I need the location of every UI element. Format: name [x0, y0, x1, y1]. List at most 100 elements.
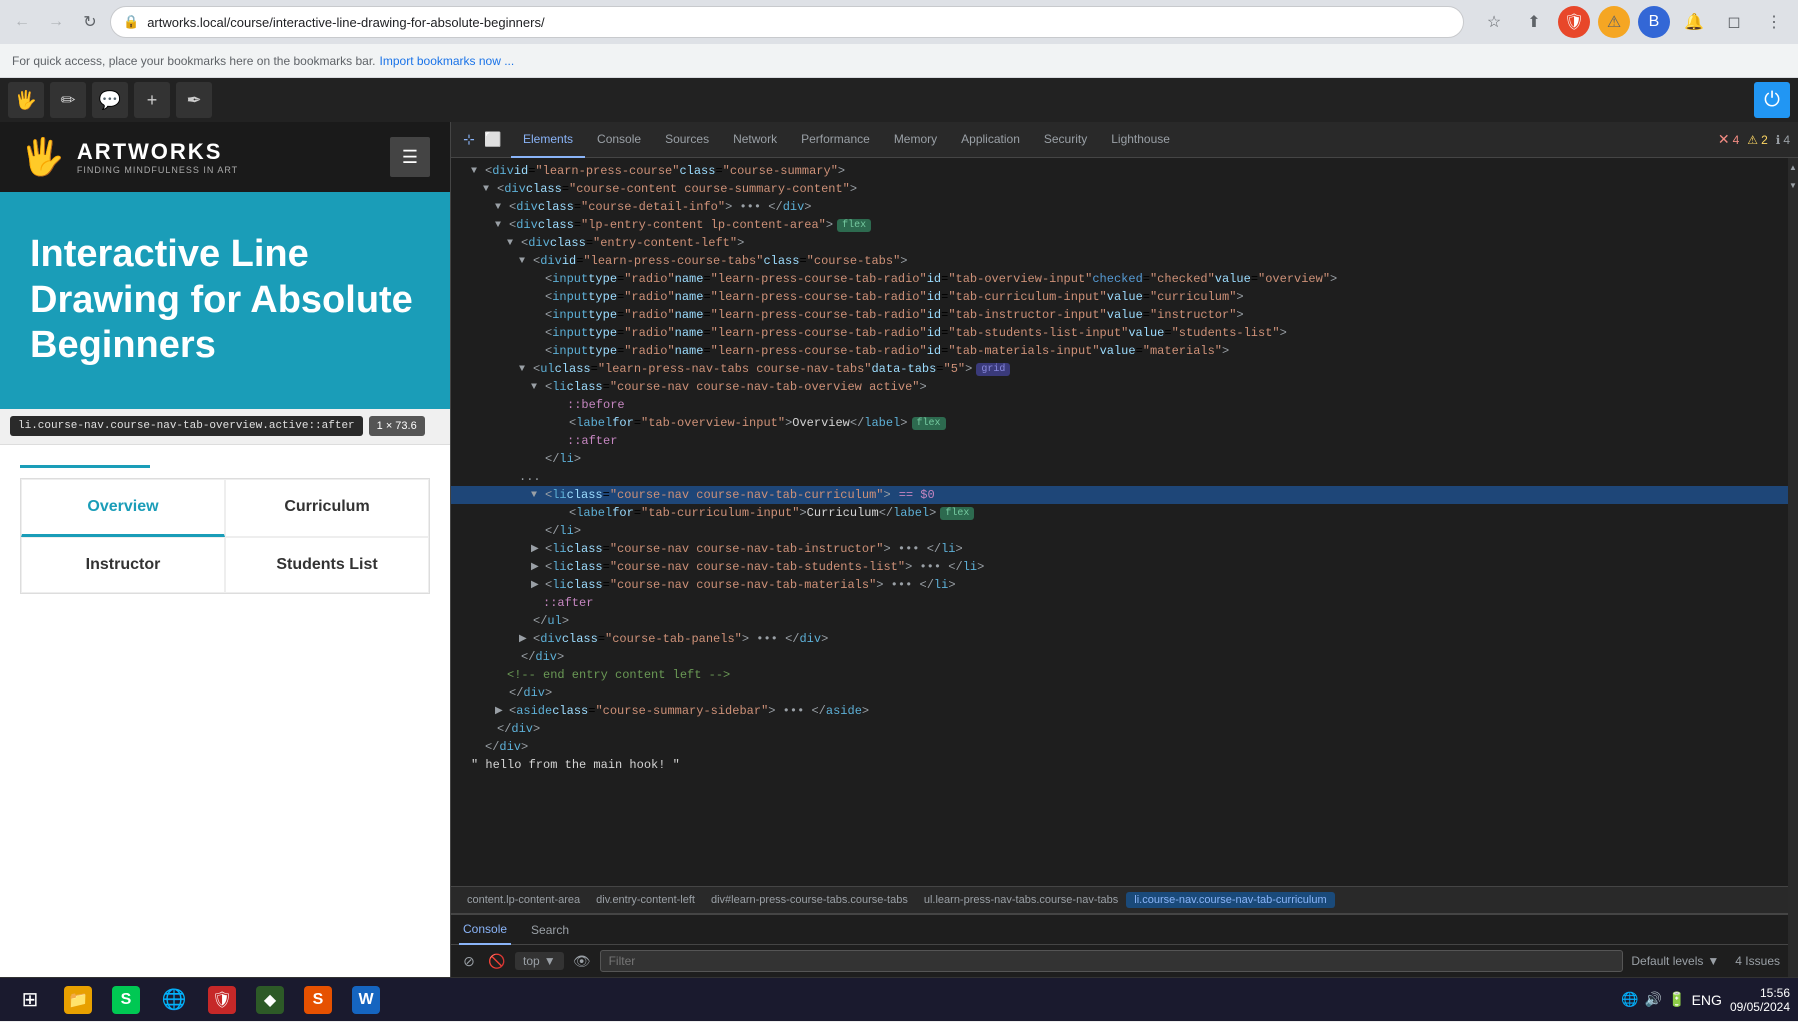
dom-line[interactable]: <aside class="course-summary-sidebar"> •…	[451, 702, 1788, 720]
triangle[interactable]	[531, 382, 541, 393]
triangle[interactable]	[531, 543, 541, 555]
triangle[interactable]	[483, 184, 493, 195]
plugin-btn-5[interactable]: ✒	[176, 82, 212, 118]
share-button[interactable]: ⬆	[1518, 6, 1550, 38]
plugin-btn-4[interactable]: +	[134, 82, 170, 118]
console-tab-console[interactable]: Console	[459, 915, 511, 945]
info-count[interactable]: ℹ 4	[1776, 133, 1790, 147]
taskbar-clock[interactable]: 15:56 09/05/2024	[1730, 986, 1790, 1014]
breadcrumb-content[interactable]: content.lp-content-area	[459, 892, 588, 908]
triangle[interactable]	[495, 220, 505, 231]
dom-line[interactable]: <li class="course-nav course-nav-tab-mat…	[451, 576, 1788, 594]
scroll-down-btn[interactable]: ▼	[1788, 178, 1798, 192]
extension-icon-2[interactable]: ⚠	[1598, 6, 1630, 38]
start-button[interactable]: ⊞	[8, 978, 52, 1022]
plugin-btn-3[interactable]: 💬	[92, 82, 128, 118]
triangle[interactable]	[471, 166, 481, 177]
dom-line[interactable]: </li>	[451, 522, 1788, 540]
taskbar-app-explorer[interactable]: 📁	[56, 980, 100, 1020]
eye-icon[interactable]: 👁	[572, 951, 592, 971]
dom-line[interactable]: ::before	[451, 396, 1788, 414]
dom-line[interactable]: <div class="lp-entry-content lp-content-…	[451, 216, 1788, 234]
bookmark-button[interactable]: ☆	[1478, 6, 1510, 38]
tab-performance[interactable]: Performance	[789, 122, 882, 158]
triangle[interactable]	[531, 561, 541, 573]
dom-line[interactable]: <label for="tab-curriculum-input">Curric…	[451, 504, 1788, 522]
dom-line[interactable]: <input type="radio" name="learn-press-co…	[451, 306, 1788, 324]
dom-line-selected[interactable]: <li class="course-nav course-nav-tab-cur…	[451, 486, 1788, 504]
tab-console[interactable]: Console	[585, 122, 653, 158]
dom-line[interactable]: <div class="course-content course-summar…	[451, 180, 1788, 198]
device-icon[interactable]: ⬜	[483, 130, 503, 150]
dom-line[interactable]: <div id="learn-press-course" class="cour…	[451, 162, 1788, 180]
filter-icon[interactable]: 🚫	[487, 951, 507, 971]
dom-line[interactable]: <input type="radio" name="learn-press-co…	[451, 324, 1788, 342]
extension-icon-4[interactable]: 🔔	[1678, 6, 1710, 38]
tab-students-list[interactable]: Students List	[225, 537, 429, 593]
dom-line[interactable]: </div>	[451, 648, 1788, 666]
triangle[interactable]	[531, 579, 541, 591]
tab-lighthouse[interactable]: Lighthouse	[1099, 122, 1182, 158]
default-levels-dropdown[interactable]: Default levels ▼	[1631, 954, 1719, 968]
extension-icon-5[interactable]: ◻	[1718, 6, 1750, 38]
taskbar-app-chrome[interactable]: 🌐	[152, 980, 196, 1020]
taskbar-app-antivirus[interactable]: 🛡	[200, 980, 244, 1020]
dom-line[interactable]: <input type="radio" name="learn-press-co…	[451, 342, 1788, 360]
tab-security[interactable]: Security	[1032, 122, 1099, 158]
console-tab-search[interactable]: Search	[527, 915, 573, 945]
dom-line[interactable]: <div class="course-detail-info"> ••• </d…	[451, 198, 1788, 216]
reload-button[interactable]: ↻	[76, 8, 104, 36]
dom-line[interactable]: <div id="learn-press-course-tabs" class=…	[451, 252, 1788, 270]
taskbar-app-snagit[interactable]: S	[104, 980, 148, 1020]
import-bookmarks-link[interactable]: Import bookmarks now ...	[380, 54, 515, 68]
dom-tree[interactable]: <div id="learn-press-course" class="cour…	[451, 158, 1788, 886]
dom-line[interactable]: ::after	[451, 432, 1788, 450]
inspect-icon[interactable]: ⊹	[459, 130, 479, 150]
dom-line[interactable]: <div class="course-tab-panels"> ••• </di…	[451, 630, 1788, 648]
menu-button[interactable]: ⋮	[1758, 6, 1790, 38]
hamburger-menu[interactable]: ☰	[390, 137, 430, 177]
dom-line[interactable]: <label for="tab-overview-input">Overview…	[451, 414, 1788, 432]
dom-line[interactable]: </li>	[451, 450, 1788, 468]
issues-count[interactable]: 4 Issues	[1735, 954, 1780, 968]
dom-line[interactable]: <li class="course-nav course-nav-tab-ove…	[451, 378, 1788, 396]
breadcrumb-active[interactable]: li.course-nav.course-nav-tab-curriculum	[1126, 892, 1334, 908]
taskbar-app-word[interactable]: W	[344, 980, 388, 1020]
dom-line[interactable]: </div>	[451, 720, 1788, 738]
devtools-scrollbar[interactable]: ▲ ▼	[1788, 158, 1798, 977]
error-count[interactable]: ✕ 4	[1718, 131, 1739, 148]
tab-application[interactable]: Application	[949, 122, 1032, 158]
plugin-btn-2[interactable]: ✏	[50, 82, 86, 118]
dom-line-dots[interactable]: ...	[451, 468, 1788, 486]
dom-line[interactable]: </div>	[451, 738, 1788, 756]
triangle[interactable]	[495, 202, 505, 213]
dom-line[interactable]: </div>	[451, 684, 1788, 702]
taskbar-app-git[interactable]: ◆	[248, 980, 292, 1020]
dom-line[interactable]: <input type="radio" name="learn-press-co…	[451, 288, 1788, 306]
tab-memory[interactable]: Memory	[882, 122, 949, 158]
scroll-up-btn[interactable]: ▲	[1788, 160, 1798, 174]
dom-line[interactable]: <li class="course-nav course-nav-tab-ins…	[451, 540, 1788, 558]
triangle[interactable]	[519, 364, 529, 375]
forward-button[interactable]: →	[42, 8, 70, 36]
filter-input[interactable]	[600, 950, 1624, 972]
tab-curriculum[interactable]: Curriculum	[225, 479, 429, 537]
breadcrumb-ul[interactable]: ul.learn-press-nav-tabs.course-nav-tabs	[916, 892, 1126, 908]
extension-icon-1[interactable]: 🛡	[1558, 6, 1590, 38]
breadcrumb-entry[interactable]: div.entry-content-left	[588, 892, 703, 908]
address-bar[interactable]: 🔒 artworks.local/course/interactive-line…	[110, 6, 1464, 38]
dom-line[interactable]: <input type="radio" name="learn-press-co…	[451, 270, 1788, 288]
warning-count[interactable]: ⚠ 2	[1747, 133, 1767, 147]
tab-elements[interactable]: Elements	[511, 122, 585, 158]
dom-line[interactable]: <!-- end entry content left -->	[451, 666, 1788, 684]
breadcrumb-tabs[interactable]: div#learn-press-course-tabs.course-tabs	[703, 892, 916, 908]
dom-line[interactable]: " hello from the main hook! "	[451, 756, 1788, 774]
clear-console-icon[interactable]: ⊘	[459, 951, 479, 971]
top-dropdown[interactable]: top ▼	[515, 952, 564, 970]
tab-instructor[interactable]: Instructor	[21, 537, 225, 593]
plugin-btn-1[interactable]: 🖐	[8, 82, 44, 118]
tab-sources[interactable]: Sources	[653, 122, 721, 158]
extension-icon-3[interactable]: B	[1638, 6, 1670, 38]
taskbar-app-sublime[interactable]: S	[296, 980, 340, 1020]
triangle[interactable]	[495, 705, 505, 717]
